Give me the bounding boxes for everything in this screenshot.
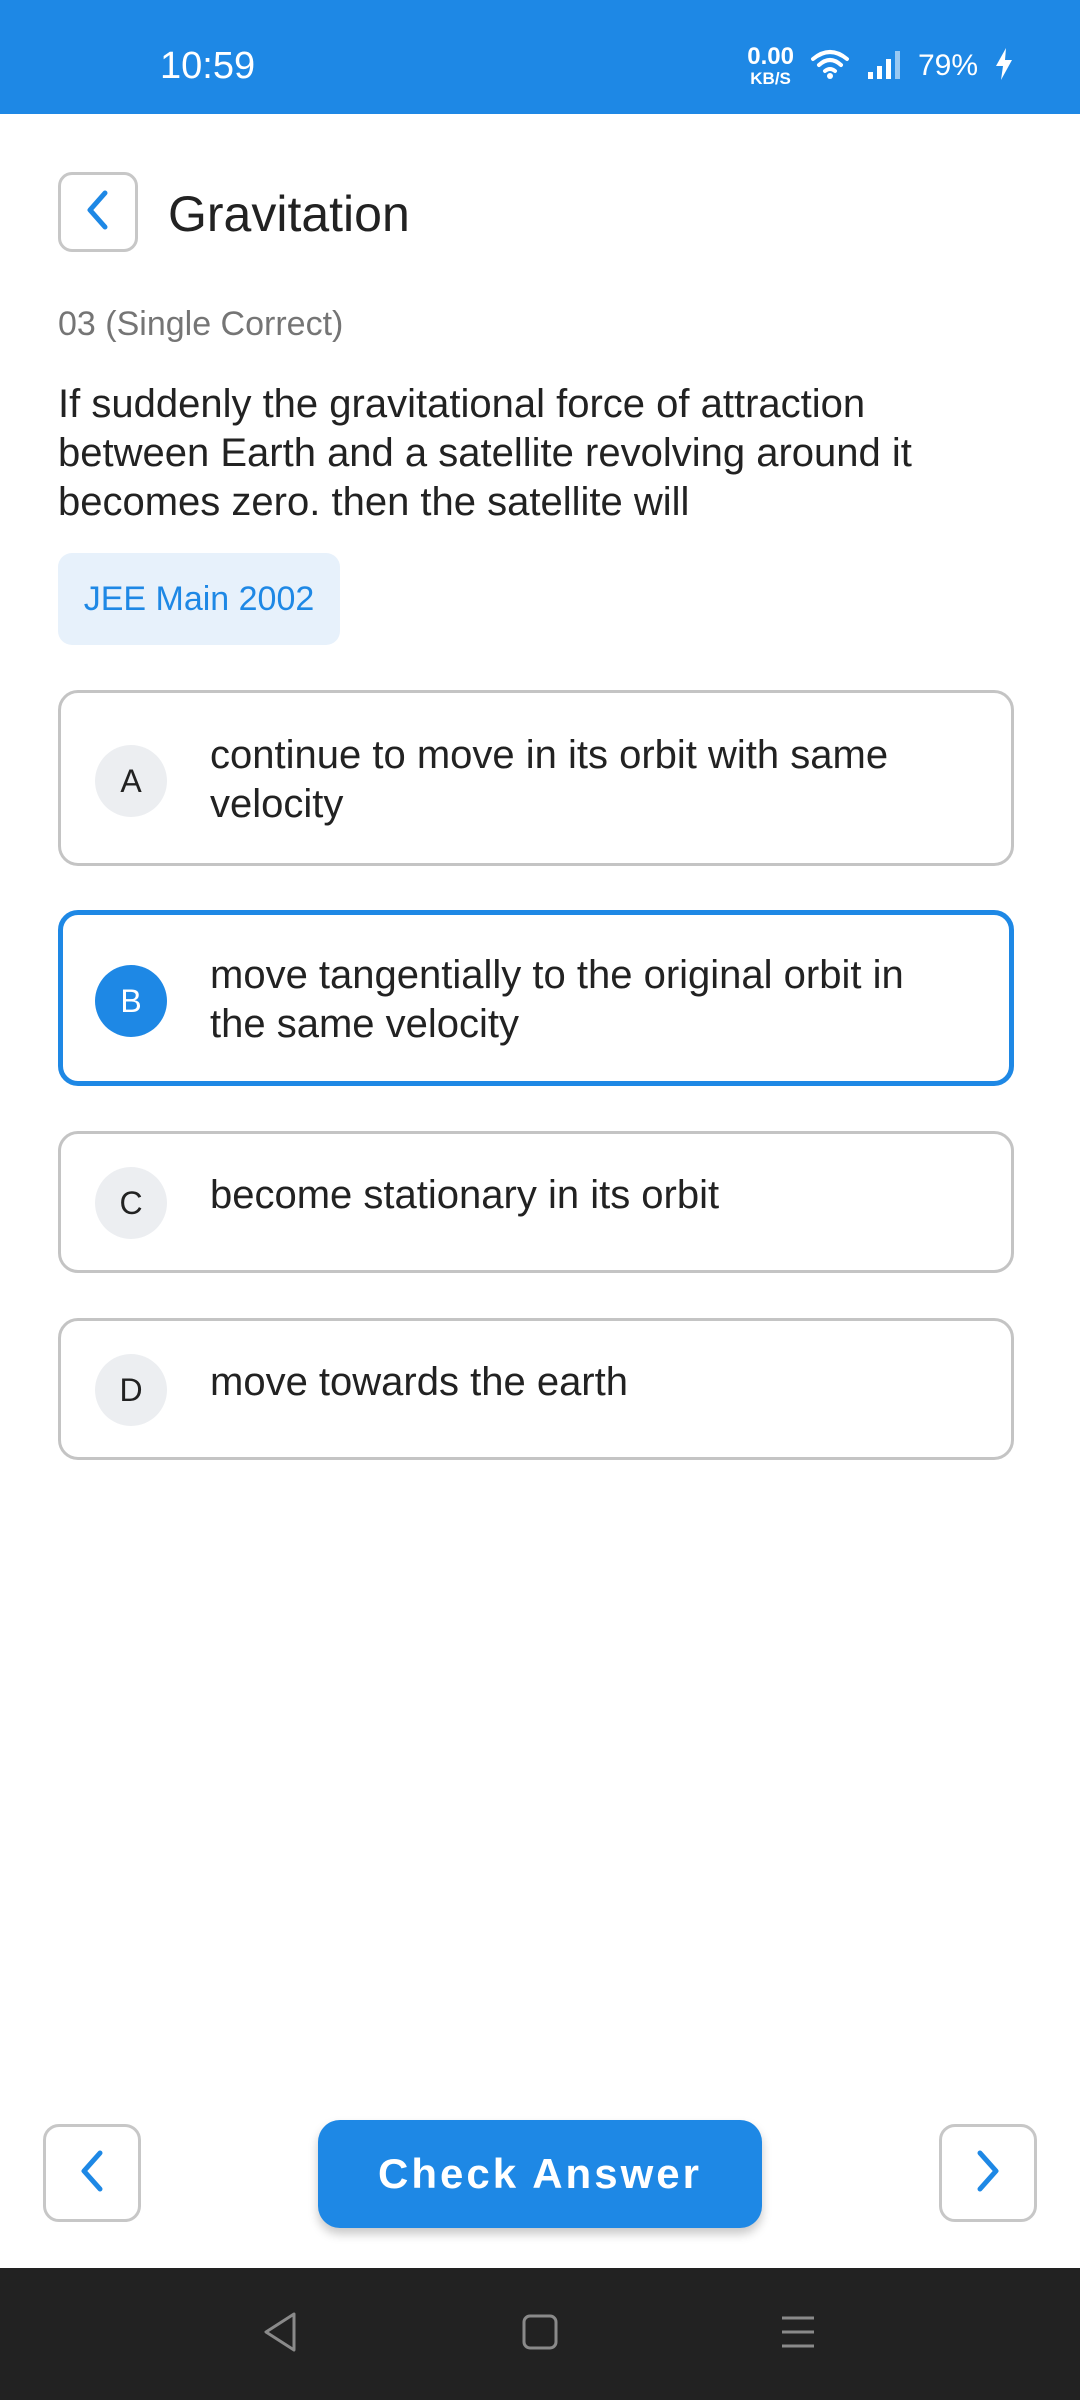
system-navigation-bar xyxy=(0,2268,1080,2400)
battery-level: 79% xyxy=(917,49,978,82)
status-time: 10:59 xyxy=(160,45,256,87)
option-a[interactable]: A continue to move in its orbit with sam… xyxy=(58,690,1014,866)
back-button[interactable] xyxy=(58,172,138,252)
network-speed-value: 0.00 xyxy=(747,43,794,70)
option-a-text: continue to move in its orbit with same … xyxy=(210,733,889,826)
next-question-button[interactable] xyxy=(939,2124,1037,2222)
option-d-letter: D xyxy=(95,1354,167,1426)
chevron-left-icon xyxy=(74,2147,110,2200)
system-home-button[interactable] xyxy=(510,2308,570,2360)
question-number: 03 (Single Correct) xyxy=(58,305,344,343)
option-b-text: move tangentially to the original orbit … xyxy=(210,953,904,1046)
status-bar: 10:59 0.00 KB/S 79% xyxy=(0,0,1080,114)
check-answer-button[interactable]: Check Answer xyxy=(318,2120,762,2228)
network-speed-unit: KB/S xyxy=(750,69,791,88)
status-indicators: 0.00 KB/S 79% xyxy=(747,44,1014,88)
back-triangle-icon xyxy=(260,2310,300,2359)
system-back-button[interactable] xyxy=(250,2308,310,2360)
recents-menu-icon xyxy=(778,2312,818,2357)
system-recents-button[interactable] xyxy=(768,2308,828,2360)
question-text: If suddenly the gravitational force of a… xyxy=(58,382,912,524)
signal-icon xyxy=(866,48,902,85)
option-d-text: move towards the earth xyxy=(210,1360,628,1404)
chevron-left-icon xyxy=(81,188,115,237)
option-c-letter: C xyxy=(95,1167,167,1239)
previous-question-button[interactable] xyxy=(43,2124,141,2222)
option-b-letter: B xyxy=(95,965,167,1037)
home-square-icon xyxy=(520,2312,560,2357)
wifi-icon xyxy=(810,48,850,85)
exam-tag: JEE Main 2002 xyxy=(58,553,340,645)
option-d[interactable]: D move towards the earth xyxy=(58,1318,1014,1460)
charging-bolt-icon xyxy=(994,47,1014,86)
page-title: Gravitation xyxy=(168,186,410,242)
option-c[interactable]: C become stationary in its orbit xyxy=(58,1131,1014,1273)
option-b[interactable]: B move tangentially to the original orbi… xyxy=(58,910,1014,1086)
option-a-letter: A xyxy=(95,745,167,817)
chevron-right-icon xyxy=(970,2147,1006,2200)
network-speed: 0.00 KB/S xyxy=(747,43,794,88)
option-c-text: become stationary in its orbit xyxy=(210,1173,720,1217)
